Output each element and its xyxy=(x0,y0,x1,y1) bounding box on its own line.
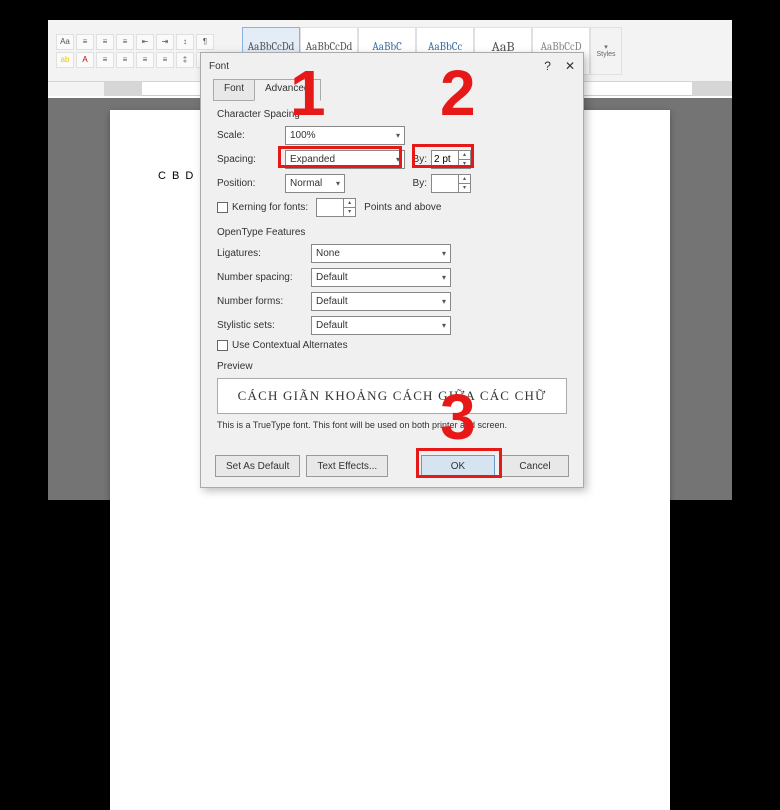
spin-down-icon[interactable]: ▾ xyxy=(343,208,355,216)
align-center-icon[interactable]: ≡ xyxy=(116,52,134,68)
stylistic-label: Stylistic sets: xyxy=(217,320,307,331)
spacing-label: Spacing: xyxy=(217,154,281,165)
spin-up-icon[interactable]: ▴ xyxy=(343,199,355,208)
points-label: Points and above xyxy=(364,202,441,213)
preview-content: CÁCH GIÃN KHOẢNG CÁCH GIỮA CÁC CHỮ xyxy=(217,378,567,414)
position-combo[interactable]: Normal▾ xyxy=(285,174,345,193)
dialog-body: Character Spacing Scale: 100%▾ Spacing: … xyxy=(201,101,583,448)
numbering-icon[interactable]: ≡ xyxy=(96,34,114,50)
dialog-buttons: Set As Default Text Effects... OK Cancel xyxy=(215,455,569,477)
checkbox-icon xyxy=(217,340,228,351)
preview-group: Preview CÁCH GIÃN KHOẢNG CÁCH GIỮA CÁC C… xyxy=(217,361,567,430)
kerning-spinner[interactable]: ▴▾ xyxy=(316,198,356,217)
ligatures-combo[interactable]: None▾ xyxy=(311,244,451,263)
kerning-checkbox[interactable]: Kerning for fonts: xyxy=(217,202,308,213)
position-by-spinner[interactable]: ▴▾ xyxy=(431,174,471,193)
chevron-down-icon: ▾ xyxy=(336,179,340,188)
dialog-titlebar: Font ? ✕ xyxy=(201,53,583,79)
checkbox-icon xyxy=(217,202,228,213)
opentype-title: OpenType Features xyxy=(217,227,567,238)
chevron-down-icon: ▾ xyxy=(442,273,446,282)
justify-icon[interactable]: ≡ xyxy=(156,52,174,68)
char-spacing-title: Character Spacing xyxy=(217,109,567,120)
set-default-button[interactable]: Set As Default xyxy=(215,455,300,477)
by-label: By: xyxy=(409,154,427,165)
highlight-icon[interactable]: ab xyxy=(56,52,74,68)
chevron-down-icon: ▾ xyxy=(442,297,446,306)
numspacing-label: Number spacing: xyxy=(217,272,307,283)
inc-indent-icon[interactable]: ⇥ xyxy=(156,34,174,50)
dec-indent-icon[interactable]: ⇤ xyxy=(136,34,154,50)
tab-font[interactable]: Font xyxy=(213,79,255,101)
spin-down-icon[interactable]: ▾ xyxy=(458,184,470,192)
position-label: Position: xyxy=(217,178,281,189)
opentype-group: OpenType Features Ligatures: None▾ Number… xyxy=(217,227,567,351)
chevron-down-icon: ▾ xyxy=(396,155,400,164)
tab-advanced[interactable]: Advanced xyxy=(254,79,320,101)
scale-combo[interactable]: 100%▾ xyxy=(285,126,405,145)
spacing-by-input[interactable] xyxy=(432,151,458,168)
preview-title: Preview xyxy=(217,361,567,372)
numforms-combo[interactable]: Default▾ xyxy=(311,292,451,311)
close-button[interactable]: ✕ xyxy=(565,59,575,73)
kerning-input[interactable] xyxy=(317,199,343,216)
cancel-button[interactable]: Cancel xyxy=(501,455,569,477)
numspacing-combo[interactable]: Default▾ xyxy=(311,268,451,287)
dialog-tabs: Font Advanced xyxy=(201,79,583,101)
bullets-icon[interactable]: ≡ xyxy=(76,34,94,50)
spin-up-icon[interactable]: ▴ xyxy=(458,175,470,184)
pilcrow-icon[interactable]: ¶ xyxy=(196,34,214,50)
stylistic-combo[interactable]: Default▾ xyxy=(311,316,451,335)
chevron-down-icon: ▾ xyxy=(396,131,400,140)
by2-label: By: xyxy=(349,178,427,189)
numforms-label: Number forms: xyxy=(217,296,307,307)
font-dialog: Font ? ✕ Font Advanced Character Spacing… xyxy=(200,52,584,488)
text-effects-button[interactable]: Text Effects... xyxy=(306,455,388,477)
font-color-icon[interactable]: A xyxy=(76,52,94,68)
spin-up-icon[interactable]: ▴ xyxy=(458,151,470,160)
align-right-icon[interactable]: ≡ xyxy=(136,52,154,68)
spin-down-icon[interactable]: ▾ xyxy=(458,160,470,168)
multilevel-icon[interactable]: ≡ xyxy=(116,34,134,50)
chevron-down-icon: ▾ xyxy=(442,321,446,330)
ok-button[interactable]: OK xyxy=(421,455,495,477)
help-button[interactable]: ? xyxy=(544,59,551,73)
character-spacing-group: Character Spacing Scale: 100%▾ Spacing: … xyxy=(217,109,567,217)
ligatures-label: Ligatures: xyxy=(217,248,307,259)
scale-label: Scale: xyxy=(217,130,281,141)
font-size-icon[interactable]: Aa xyxy=(56,34,74,50)
chevron-down-icon: ▾ xyxy=(442,249,446,258)
dialog-title: Font xyxy=(209,61,229,72)
align-left-icon[interactable]: ≡ xyxy=(96,52,114,68)
position-by-input[interactable] xyxy=(432,175,458,192)
preview-note: This is a TrueType font. This font will … xyxy=(217,420,567,430)
contextual-checkbox[interactable]: Use Contextual Alternates xyxy=(217,340,348,351)
spacing-combo[interactable]: Expanded▾ xyxy=(285,150,405,169)
line-spacing-icon[interactable]: ‡ xyxy=(176,52,194,68)
spacing-by-spinner[interactable]: ▴▾ xyxy=(431,150,471,169)
styles-expand[interactable]: ▾Styles xyxy=(590,27,622,75)
sort-icon[interactable]: ↕ xyxy=(176,34,194,50)
